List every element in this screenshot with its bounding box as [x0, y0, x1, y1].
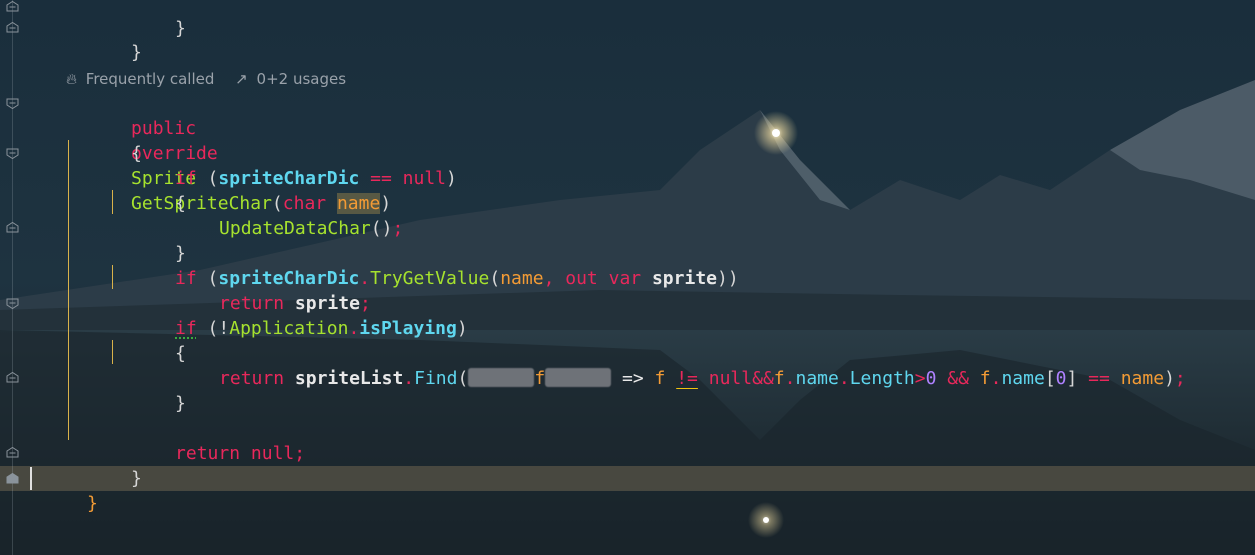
keyword-null: null — [250, 443, 295, 464]
code-line[interactable]: } — [66, 15, 142, 63]
paren: ( — [489, 268, 501, 289]
code-line-if[interactable]: if (!Application.isPlaying) — [110, 291, 468, 339]
code-line[interactable]: } — [110, 216, 186, 264]
redacted-block — [468, 368, 535, 387]
number: 0 — [1055, 368, 1067, 389]
keyword-null: null — [402, 168, 447, 189]
arg-name: name — [500, 268, 544, 289]
lambda-param-f: f — [773, 368, 785, 389]
code-line-if[interactable]: if (spriteCharDic.TryGetValue(name, out … — [110, 241, 739, 289]
usages-label[interactable]: 0+2 usages — [257, 70, 347, 88]
operator-neq: != — [676, 368, 698, 389]
comma: , — [543, 268, 566, 289]
lambda-param-f: f — [534, 368, 546, 389]
paren: (! — [196, 318, 230, 339]
frequently-called-label[interactable]: Frequently called — [86, 70, 215, 88]
code-line[interactable]: { — [110, 316, 186, 364]
flame-icon: 🔥︎ — [66, 70, 78, 88]
property-isplaying: isPlaying — [359, 318, 457, 339]
operator-eq: == — [1077, 368, 1121, 389]
code-editor[interactable]: } } 🔥︎ Frequently called ↗ 0+2 usages pu… — [0, 0, 1255, 555]
semicolon: ; — [392, 218, 404, 239]
keyword-var: var — [608, 268, 642, 289]
brace: } — [175, 18, 186, 39]
code-line-if[interactable]: if (spriteCharDic == null) — [110, 141, 457, 189]
code-line[interactable]: } — [110, 0, 186, 39]
code-line[interactable]: { — [66, 116, 142, 164]
field-spritelist: spriteList — [294, 368, 404, 389]
bracket: [ — [1044, 368, 1056, 389]
brace-matched: } — [87, 493, 98, 514]
semicolon: ; — [294, 443, 306, 464]
code-line-call[interactable]: UpdateDataChar(); — [154, 191, 403, 239]
keyword-null: null — [708, 368, 753, 389]
paren: ) — [446, 168, 457, 189]
prop-name: name — [1001, 368, 1045, 389]
number: 0 — [925, 368, 937, 389]
keyword-return: return — [219, 368, 285, 389]
dot: . — [838, 368, 850, 389]
field-spritechardic: spriteCharDic — [218, 168, 360, 189]
brace: } — [131, 468, 142, 489]
var-sprite: sprite — [651, 268, 717, 289]
code-area[interactable]: } } 🔥︎ Frequently called ↗ 0+2 usages pu… — [0, 0, 1255, 555]
dot: . — [990, 368, 1002, 389]
code-line[interactable]: } — [110, 366, 186, 414]
paren: ) — [456, 318, 468, 339]
prop-name: name — [795, 368, 839, 389]
method-call: UpdateDataChar — [219, 218, 371, 239]
code-line-return[interactable]: return sprite; — [154, 266, 371, 314]
external-link-icon: ↗ — [235, 70, 248, 88]
keyword-return: return — [175, 443, 241, 464]
dot: . — [403, 368, 415, 389]
semicolon: ; — [1174, 368, 1186, 389]
code-line[interactable]: { — [110, 166, 186, 214]
bracket: ] — [1066, 368, 1078, 389]
method-trygetvalue: TryGetValue — [370, 268, 490, 289]
lambda-param-f: f — [654, 368, 666, 389]
dot: . — [348, 318, 360, 339]
class-application: Application — [229, 318, 349, 339]
operator-and: && — [752, 368, 774, 389]
lambda-param-f: f — [979, 368, 991, 389]
code-line-return-find[interactable]: return spriteList.Find(f => f != null&&f… — [154, 341, 1186, 389]
code-line-signature[interactable]: public override Sprite GetSpriteChar(cha… — [66, 91, 391, 214]
brace: } — [175, 393, 186, 414]
operator-gt: > — [914, 368, 926, 389]
paren: ) — [1164, 368, 1175, 389]
code-line-current[interactable]: } — [22, 466, 98, 514]
redacted-block — [545, 368, 612, 387]
code-line-return[interactable]: return null; — [110, 416, 305, 464]
brace: } — [131, 42, 142, 63]
paren: )) — [717, 268, 739, 289]
paren: ( — [457, 368, 469, 389]
lambda-arrow: => — [611, 368, 655, 389]
method-find: Find — [414, 368, 458, 389]
code-line[interactable]: } — [66, 441, 142, 489]
operator: == — [359, 168, 403, 189]
prop-length: Length — [849, 368, 915, 389]
dot: . — [784, 368, 796, 389]
codevision-hint[interactable]: 🔥︎ Frequently called ↗ 0+2 usages — [66, 68, 350, 90]
operator-and: && — [936, 368, 980, 389]
arg-name: name — [1120, 368, 1165, 389]
text-caret — [30, 467, 32, 490]
keyword-out: out — [565, 268, 598, 289]
paren: ( — [196, 168, 219, 189]
paren: () — [370, 218, 393, 239]
